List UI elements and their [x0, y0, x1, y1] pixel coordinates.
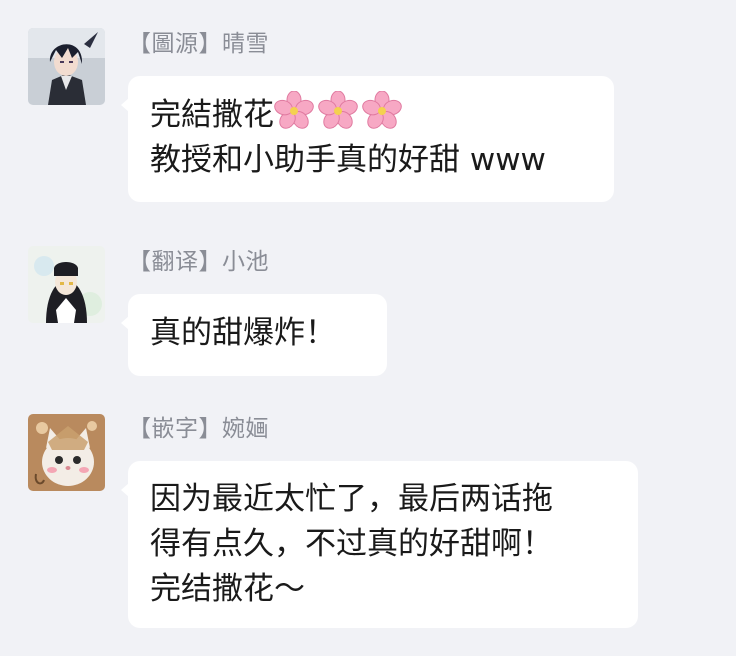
message-line: 教授和小助手真的好甜 www: [150, 142, 546, 178]
sender-name: 【翻译】小池: [128, 249, 269, 275]
anime-girl-avatar-icon: [28, 246, 105, 323]
message-line: 完結撒花: [150, 91, 592, 138]
sender-name: 【圖源】晴雪: [128, 31, 269, 57]
cat-avatar-icon: [28, 414, 105, 491]
message-line: 得有点久，不过真的好甜啊！: [150, 526, 553, 562]
message-line: 完结撒花～: [150, 571, 305, 607]
message-line: 因为最近太忙了，最后两话拖: [150, 481, 553, 517]
anime-boy-avatar-icon: [28, 28, 105, 105]
message-line: 真的甜爆炸！: [150, 315, 336, 351]
sender-name: 【嵌字】婉婳: [128, 416, 269, 442]
message-bubble[interactable]: 因为最近太忙了，最后两话拖 得有点久，不过真的好甜啊！ 完结撒花～: [121, 461, 638, 628]
cherry-blossom-icon: [318, 91, 358, 131]
cherry-blossom-icon: [362, 91, 402, 131]
sender-avatar[interactable]: [28, 414, 105, 491]
sender-avatar[interactable]: [28, 28, 105, 105]
message-text: 完結撒花: [150, 97, 274, 133]
message-bubble[interactable]: 真的甜爆炸！: [121, 294, 387, 376]
message-bubble[interactable]: 完結撒花 教授和小助手真的好甜 www: [121, 76, 614, 202]
cherry-blossom-icon: [274, 91, 314, 131]
sender-avatar[interactable]: [28, 246, 105, 323]
